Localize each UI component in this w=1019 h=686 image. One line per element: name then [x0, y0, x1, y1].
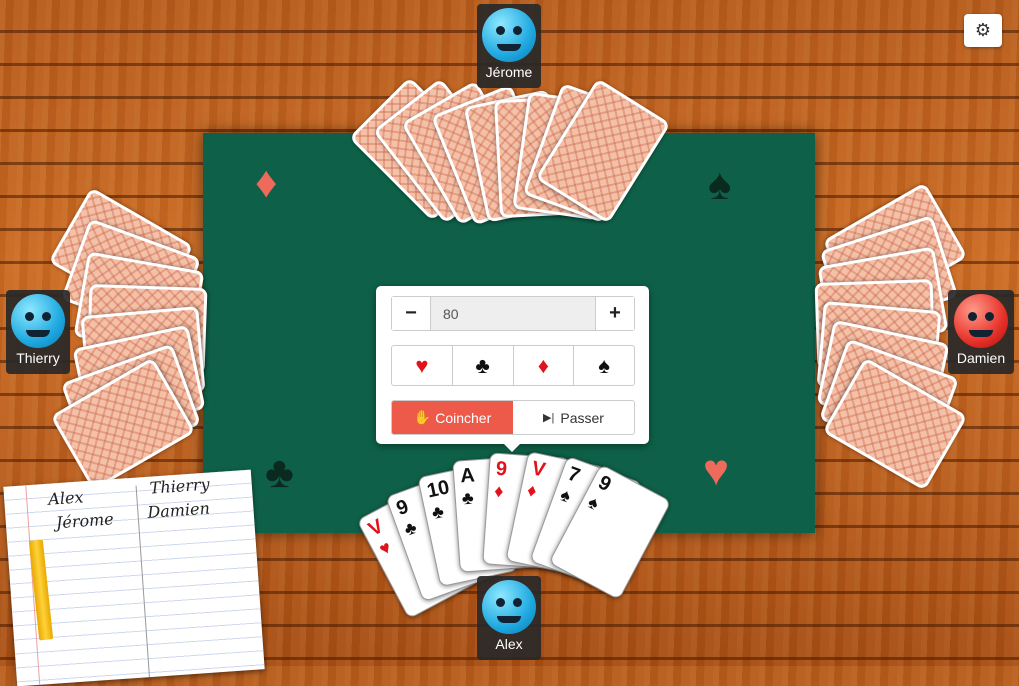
coinche-button[interactable]: ✋ Coincher [392, 401, 513, 434]
player-top: Jérome [477, 4, 541, 88]
bid-panel: − 80 + ♥ ♣ ♦ ♠ ✋ Coincher ▶| Passer [376, 286, 649, 452]
pass-label: Passer [560, 409, 604, 426]
minus-icon: − [405, 302, 417, 324]
player-left: Thierry [6, 290, 70, 374]
avatar [482, 8, 536, 62]
heart-decor-icon: ♥ [703, 446, 730, 495]
player-bottom: Alex [477, 576, 541, 660]
avatar [954, 294, 1008, 348]
suit-hearts-button[interactable]: ♥ [392, 346, 453, 385]
team1-player2: Jérome [55, 509, 115, 533]
player-right: Damien [948, 290, 1014, 374]
player-name: Alex [495, 636, 523, 652]
gear-icon: ⚙ [974, 20, 992, 40]
bid-stepper: − 80 + [391, 296, 635, 331]
avatar [482, 580, 536, 634]
club-decor-icon: ♣ [265, 448, 294, 497]
plus-icon: + [609, 302, 621, 324]
decrease-bid-button[interactable]: − [392, 297, 430, 330]
coinche-label: Coincher [435, 409, 492, 426]
team2-player1: Thierry [149, 474, 211, 498]
team1-player1: Alex [47, 487, 85, 509]
skip-icon: ▶| [543, 412, 555, 424]
spade-decor-icon: ♠ [708, 160, 732, 209]
thumbs-down-icon: ✋ [413, 409, 432, 425]
pass-button[interactable]: ▶| Passer [513, 401, 634, 434]
player-name: Jérome [485, 64, 533, 80]
suit-clubs-button[interactable]: ♣ [453, 346, 514, 385]
team2-player2: Damien [146, 498, 211, 522]
diamond-decor-icon: ♦ [255, 158, 278, 207]
suit-spades-button[interactable]: ♠ [574, 346, 634, 385]
trump-suit-selector: ♥ ♣ ♦ ♠ [391, 345, 635, 386]
bid-value[interactable]: 80 [430, 297, 596, 330]
player-name: Thierry [16, 350, 60, 366]
avatar [11, 294, 65, 348]
player-name: Damien [956, 350, 1006, 366]
bid-actions: ✋ Coincher ▶| Passer [391, 400, 635, 435]
increase-bid-button[interactable]: + [596, 297, 634, 330]
suit-diamonds-button[interactable]: ♦ [514, 346, 575, 385]
settings-button[interactable]: ⚙ [964, 14, 1002, 47]
